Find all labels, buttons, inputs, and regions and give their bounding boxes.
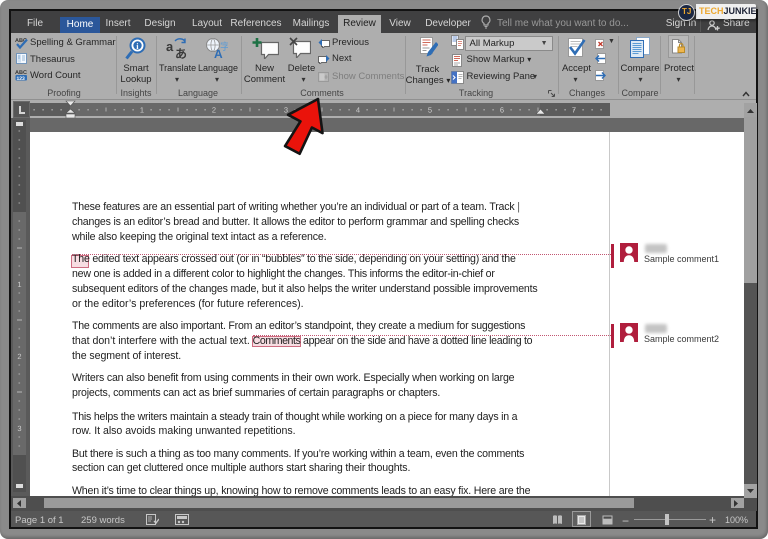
svg-text:1: 1 [17, 280, 21, 289]
svg-text:2: 2 [212, 106, 216, 115]
svg-text:6: 6 [500, 106, 504, 115]
svg-text:7: 7 [572, 106, 576, 115]
svg-text:3: 3 [17, 424, 21, 433]
svg-text:字: 字 [220, 41, 228, 53]
svg-text:2: 2 [17, 352, 21, 361]
svg-text:あ: あ [175, 47, 187, 61]
svg-text:a: a [166, 39, 174, 54]
svg-text:123: 123 [17, 75, 26, 80]
svg-text:1: 1 [140, 106, 144, 115]
svg-text:5: 5 [428, 106, 432, 115]
svg-text:4: 4 [356, 106, 360, 115]
